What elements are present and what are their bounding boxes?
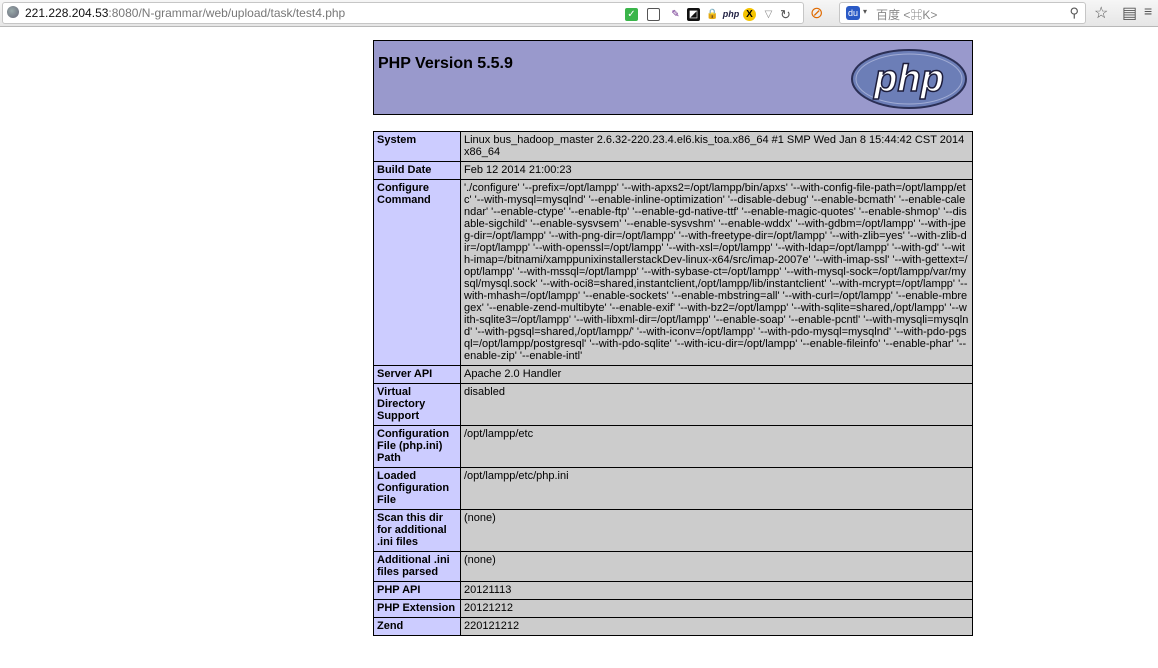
row-label: Virtual Directory Support — [373, 383, 461, 426]
row-label: Configuration File (php.ini) Path — [373, 425, 461, 468]
row-value: /opt/lampp/etc — [460, 425, 973, 468]
dropdown-icon[interactable]: ▽ — [762, 8, 775, 21]
php-logo-text: php — [873, 58, 944, 100]
row-value: disabled — [460, 383, 973, 426]
row-value: Feb 12 2014 21:00:23 — [460, 161, 973, 180]
row-label: Server API — [373, 365, 461, 384]
row-label: Configure Command — [373, 179, 461, 366]
row-label: Scan this dir for additional .ini files — [373, 509, 461, 552]
table-row: Zend 220121212 — [373, 617, 973, 636]
url-text[interactable]: 221.228.204.53:8080/N-grammar/web/upload… — [25, 6, 345, 20]
row-label: Additional .ini files parsed — [373, 551, 461, 582]
search-field[interactable]: du ▾ 百度 <⌘K> ⚲ — [839, 2, 1086, 24]
table-row: Loaded Configuration File/opt/lampp/etc/… — [373, 467, 973, 510]
page-title: PHP Version 5.5.9 — [378, 55, 513, 72]
screenshot-icon[interactable]: ◩ — [687, 8, 700, 21]
table-row: Virtual Directory Support disabled — [373, 383, 973, 426]
qr-code-icon[interactable] — [647, 8, 660, 21]
reading-list-icon[interactable]: ▤ — [1122, 3, 1137, 23]
row-value: './configure' '--prefix=/opt/lampp' '--w… — [460, 179, 973, 366]
search-input[interactable]: 百度 <⌘K> — [876, 6, 937, 23]
table-row: Build Date Feb 12 2014 21:00:23 — [373, 161, 973, 180]
table-row: System Linux bus_hadoop_master 2.6.32-220… — [373, 131, 973, 162]
url-bar[interactable]: 221.228.204.53:8080/N-grammar/web/upload… — [2, 2, 804, 24]
row-value: 220121212 — [460, 617, 973, 636]
row-value: Linux bus_hadoop_master 2.6.32-220.23.4.… — [460, 131, 973, 162]
row-label: PHP Extension — [373, 599, 461, 618]
table-row: Configure Command './configure' '--prefix… — [373, 179, 973, 366]
row-value: /opt/lampp/etc/php.ini — [460, 467, 973, 510]
table-row: PHP API 20121113 — [373, 581, 973, 600]
adblock-icon[interactable]: ⊘ — [810, 3, 823, 23]
row-label: Loaded Configuration File — [373, 467, 461, 510]
shield-icon[interactable]: ✓ — [625, 8, 638, 21]
table-row: Configuration File (php.ini) Path/opt/la… — [373, 425, 973, 468]
lock-icon[interactable]: 🔒 — [706, 8, 719, 21]
browser-toolbar: 221.228.204.53:8080/N-grammar/web/upload… — [0, 0, 1158, 27]
site-info-icon[interactable] — [7, 6, 19, 18]
row-value: (none) — [460, 509, 973, 552]
row-value: 20121212 — [460, 599, 973, 618]
php-extension-icon[interactable]: php — [721, 8, 741, 21]
engine-dropdown-icon[interactable]: ▾ — [863, 7, 867, 16]
table-row: PHP Extension 20121212 — [373, 599, 973, 618]
reload-icon[interactable]: ↻ — [779, 8, 792, 21]
php-logo[interactable]: php — [850, 48, 968, 110]
row-label: System — [373, 131, 461, 162]
row-label: Zend — [373, 617, 461, 636]
phpinfo-header: PHP Version 5.5.9 php — [373, 40, 973, 115]
info-table: System Linux bus_hadoop_master 2.6.32-220… — [373, 131, 973, 636]
phpinfo-center: PHP Version 5.5.9 php System Linux bus_ha… — [373, 40, 973, 636]
row-value: (none) — [460, 551, 973, 582]
feather-icon[interactable]: ✎ — [669, 8, 682, 21]
row-label: PHP API — [373, 581, 461, 600]
menu-icon[interactable]: ≡ — [1144, 3, 1152, 19]
table-row: Server API Apache 2.0 Handler — [373, 365, 973, 384]
table-row: Additional .ini files parsed (none) — [373, 551, 973, 582]
row-value: 20121113 — [460, 581, 973, 600]
table-row: Scan this dir for additional .ini files(… — [373, 509, 973, 552]
baidu-engine-icon[interactable]: du — [846, 6, 860, 20]
x-extension-icon[interactable]: X — [743, 8, 756, 21]
row-value: Apache 2.0 Handler — [460, 365, 973, 384]
search-icon[interactable]: ⚲ — [1069, 5, 1079, 21]
row-label: Build Date — [373, 161, 461, 180]
bookmark-star-icon[interactable]: ☆ — [1094, 3, 1108, 23]
